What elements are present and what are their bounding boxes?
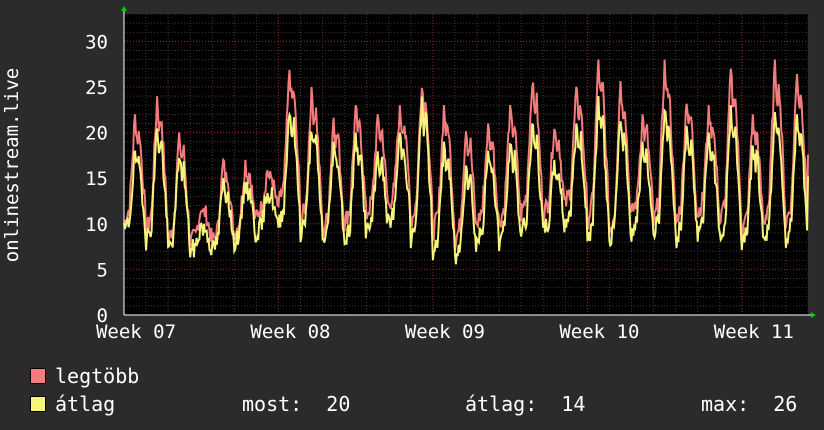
legend-label-max: legtöbb bbox=[55, 364, 140, 388]
y-tick-label: 30 bbox=[85, 31, 108, 53]
y-tick-label: 25 bbox=[85, 77, 108, 99]
chart: 051015202530 Week 07 Week 08 Week 09 Week 1… bbox=[1, 6, 816, 343]
y-tick-label: 20 bbox=[85, 123, 108, 145]
y-tick-label: 15 bbox=[85, 168, 108, 190]
x-tick-label: Week 07 bbox=[96, 321, 176, 343]
legend: legtöbb átlag most: 20 átlag: 14 max: 26 bbox=[30, 362, 797, 418]
x-tick-label: Week 10 bbox=[559, 321, 639, 343]
x-tick-label: Week 08 bbox=[250, 321, 330, 343]
legend-row-avg: átlag most: 20 átlag: 14 max: 26 bbox=[30, 390, 797, 418]
x-tick-label: Week 11 bbox=[714, 321, 794, 343]
y-tick-labels: 051015202530 bbox=[85, 31, 108, 327]
legend-swatch-avg bbox=[30, 395, 46, 412]
stat-atlag: átlag: 14 bbox=[465, 392, 586, 416]
x-tick-labels: Week 07 Week 08 Week 09 Week 10 Week 11 bbox=[96, 321, 794, 343]
stat-max: max: 26 bbox=[701, 392, 798, 416]
legend-swatch-max bbox=[30, 367, 46, 384]
x-axis-arrow bbox=[811, 312, 816, 318]
stat-most: most: 20 bbox=[242, 392, 351, 416]
legend-label-avg: átlag bbox=[55, 392, 116, 416]
x-tick-label: Week 09 bbox=[405, 321, 485, 343]
y-tick-label: 10 bbox=[85, 214, 108, 236]
y-tick-label: 5 bbox=[97, 259, 108, 281]
y-axis-arrow bbox=[121, 6, 127, 11]
y-axis-label: onlinestream.live bbox=[1, 68, 23, 262]
legend-row-max: legtöbb bbox=[30, 362, 139, 390]
